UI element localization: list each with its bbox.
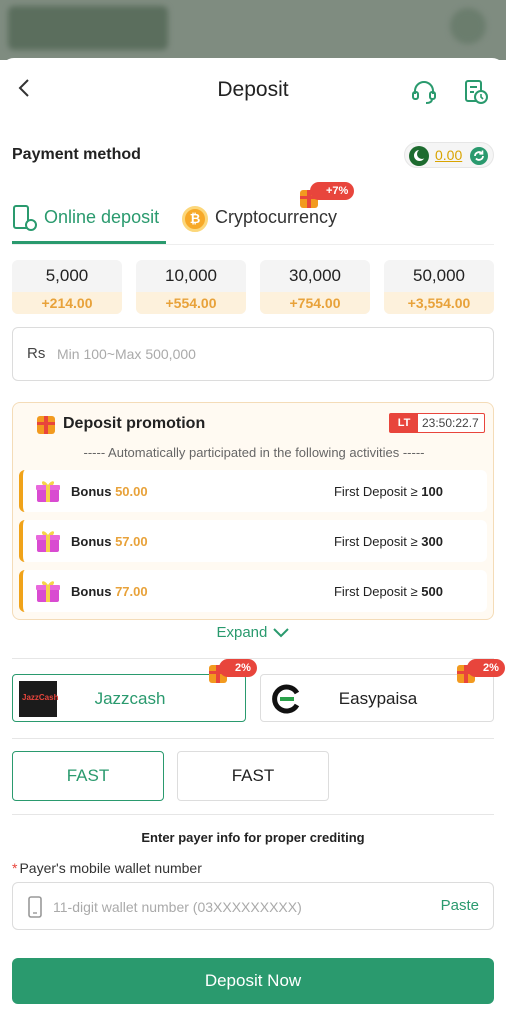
channel-promo-badge: 2% — [467, 659, 505, 677]
channel-promo-badge: 2% — [219, 659, 257, 677]
pakistan-flag-icon — [409, 146, 429, 166]
deposit-promotion-panel: Deposit promotion LT 23:50:22.7 ----- Au… — [12, 402, 494, 620]
bitcoin-icon: ₿ — [182, 206, 208, 232]
promotion-timer: LT 23:50:22.7 — [389, 413, 485, 433]
amount-bonus: +3,554.00 — [384, 292, 494, 314]
tab-divider — [12, 244, 494, 245]
support-button[interactable] — [410, 78, 438, 106]
phone-icon — [28, 896, 42, 918]
currency-label: Rs — [27, 345, 46, 362]
required-mark: * — [12, 860, 18, 876]
amount-value: 30,000 — [289, 266, 341, 285]
amount-field: Rs — [12, 327, 494, 381]
bonus-value: 77.00 — [115, 584, 148, 599]
bonus-label: Bonus 50.00 — [71, 484, 148, 499]
lightning-badge: LT — [390, 414, 418, 432]
deposit-sheet: Deposit Payment method 0.00 Online depos… — [0, 58, 506, 1024]
gift-box-icon — [36, 481, 60, 502]
refresh-icon[interactable] — [469, 146, 489, 166]
expand-label: Expand — [216, 624, 268, 641]
divider — [12, 738, 494, 739]
channel-easypaisa[interactable]: Easypaisa 2% — [260, 659, 505, 722]
amount-value: 10,000 — [165, 266, 217, 285]
tab-online-deposit[interactable]: Online deposit — [12, 198, 166, 244]
deposit-tabs: Online deposit ₿ Cryptocurrency +7% — [0, 182, 506, 244]
payment-method-label: Payment method — [12, 146, 141, 163]
bonus-label: Bonus 77.00 — [71, 584, 148, 599]
history-icon — [465, 80, 488, 104]
headset-icon — [412, 81, 436, 104]
channel-name: Jazzcash — [94, 689, 166, 708]
promotion-subtitle: ----- Automatically participated in the … — [83, 445, 425, 460]
bonus-condition: First Deposit ≥ 100 — [333, 484, 443, 499]
amount-value: 5,000 — [45, 266, 89, 285]
paste-button[interactable]: Paste — [441, 897, 479, 914]
chevron-down-icon — [272, 628, 289, 638]
divider — [12, 814, 494, 815]
amount-option[interactable]: 30,000 +754.00 — [260, 260, 370, 314]
gift-icon — [37, 416, 55, 434]
tab-online-deposit-label: Online deposit — [44, 207, 160, 227]
phone-pay-icon — [13, 205, 37, 231]
bonus-value: 57.00 — [115, 534, 148, 549]
balance-value: 0.00 — [435, 147, 463, 163]
promotion-item: Bonus 50.00 First Deposit ≥ 100 — [19, 470, 487, 512]
wallet-number-input[interactable] — [53, 895, 423, 919]
header: Deposit — [0, 58, 506, 124]
history-button[interactable] — [462, 78, 490, 106]
promotion-title: Deposit promotion — [37, 415, 206, 434]
bonus-condition: First Deposit ≥ 300 — [333, 534, 443, 549]
payment-method-row: Payment method 0.00 — [12, 142, 494, 172]
expand-button[interactable]: Expand — [0, 624, 506, 641]
divider — [12, 658, 494, 659]
wallet-field: Paste — [12, 882, 494, 930]
channel-name: Easypaisa — [338, 689, 418, 708]
tab-cryptocurrency[interactable]: ₿ Cryptocurrency +7% — [182, 182, 362, 244]
payer-info-note: Enter payer info for proper crediting — [141, 830, 365, 845]
background-page — [0, 0, 506, 60]
amount-option[interactable]: 10,000 +554.00 — [136, 260, 246, 314]
amount-option[interactable]: 50,000 +3,554.00 — [384, 260, 494, 314]
promotion-item: Bonus 77.00 First Deposit ≥ 500 — [19, 570, 487, 612]
bonus-value: 50.00 — [115, 484, 148, 499]
amount-bonus: +214.00 — [12, 292, 122, 314]
channel-jazzcash[interactable]: JazzCash Jazzcash 2% — [12, 659, 257, 722]
wallet-field-label: * Payer's mobile wallet number — [12, 860, 202, 876]
speed-option-fast[interactable]: FAST — [12, 751, 164, 801]
timer-value: 23:50:22.7 — [422, 416, 479, 430]
gift-box-icon — [36, 581, 60, 602]
blurred-search-icon — [450, 8, 486, 44]
promotion-item: Bonus 57.00 First Deposit ≥ 300 — [19, 520, 487, 562]
promotion-title-text: Deposit promotion — [63, 415, 206, 432]
amount-input[interactable] — [57, 342, 477, 366]
amount-value: 50,000 — [413, 266, 465, 285]
blurred-logo — [8, 6, 168, 50]
tab-cryptocurrency-label: Cryptocurrency — [215, 207, 338, 227]
amount-option[interactable]: 5,000 +214.00 — [12, 260, 122, 314]
balance-pill: 0.00 — [404, 142, 494, 168]
gift-box-icon — [36, 531, 60, 552]
amount-bonus: +554.00 — [136, 292, 246, 314]
deposit-now-button[interactable]: Deposit Now — [12, 958, 494, 1004]
amount-bonus: +754.00 — [260, 292, 370, 314]
bonus-condition: First Deposit ≥ 500 — [333, 584, 443, 599]
bonus-label: Bonus 57.00 — [71, 534, 148, 549]
amount-options: 5,000 +214.00 10,000 +554.00 30,000 +754… — [12, 260, 494, 314]
speed-option-fast[interactable]: FAST — [177, 751, 329, 801]
